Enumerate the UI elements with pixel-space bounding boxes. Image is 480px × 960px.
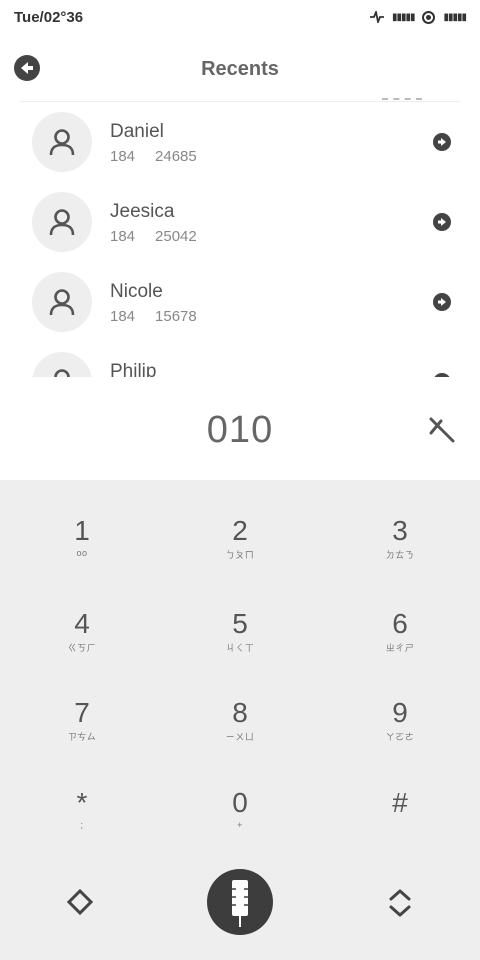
swap-icon [389,889,411,917]
list-item[interactable]: Jeesica 184 25042 [0,183,480,263]
list-item[interactable]: Philip [0,343,480,377]
activity-icon [369,11,384,23]
arrow-right-icon [438,218,446,226]
status-time: Tue/02°36 [14,8,84,26]
key-letters: ㄉㄊㄋ [385,550,415,560]
diamond-icon [67,889,93,915]
person-icon [49,129,75,156]
key-3[interactable]: 3 ㄉㄊㄋ [320,490,480,580]
key-digit: 8 [232,697,248,728]
status-icons: ▮▮▮▮▮ ▮▮▮▮▮ [369,10,467,24]
key-7[interactable]: 7 ㄗㄘㄙ [2,672,162,762]
key-star[interactable]: * ; [2,762,162,852]
diamond-button[interactable] [60,888,100,916]
key-digit: 2 [232,515,248,546]
key-4[interactable]: 4 ㄍㄎㄏ [2,583,162,673]
contact-name: Philip [110,361,157,377]
key-digit: 0 [232,787,248,818]
recents-list[interactable]: Daniel 184 24685 Jeesica 184 25042 Nicole … [0,103,480,377]
key-8[interactable]: 8 ㄧㄨㄩ [160,672,320,762]
key-letters: ㄍㄎㄏ [67,643,97,653]
avatar [32,192,92,252]
dialed-number[interactable]: 010 [0,409,480,452]
keypad: 1 oo 2 ㄅㄆㄇ 3 ㄉㄊㄋ 4 ㄍㄎㄏ 5 ㄐㄑㄒ 6 ㄓㄔㄕ 7 ㄗㄘㄙ… [0,480,480,960]
call-icon [232,880,248,927]
key-6[interactable]: 6 ㄓㄔㄕ [320,583,480,673]
key-letters: ㄅㄆㄇ [225,550,255,560]
call-contact-button[interactable] [433,133,451,151]
key-hash[interactable]: # [320,762,480,852]
key-letters: oo [76,548,88,558]
key-digit: 7 [74,697,90,728]
call-contact-button[interactable] [433,293,451,311]
contact-name: Jeesica [110,201,175,222]
key-letters: ㄚㄛㄜ [385,732,415,742]
key-digit: 6 [392,608,408,639]
header: Recents [0,44,480,102]
key-9[interactable]: 9 ㄚㄛㄜ [320,672,480,762]
header-divider [20,101,460,102]
person-icon [49,209,75,236]
location-icon [422,10,436,24]
backspace-button[interactable] [425,413,459,447]
key-digit: 3 [392,515,408,546]
divider-dashes [382,98,422,100]
battery-icon: ▮▮▮▮▮ [443,11,466,23]
key-digit: 9 [392,697,408,728]
list-item[interactable]: Nicole 184 15678 [0,263,480,343]
status-bar: Tue/02°36 ▮▮▮▮▮ ▮▮▮▮▮ [0,0,480,34]
list-item[interactable]: Daniel 184 24685 [0,103,480,183]
avatar [32,112,92,172]
signal-icon: ▮▮▮▮▮ [391,11,415,23]
avatar [32,352,92,377]
key-0[interactable]: 0 + [160,762,320,852]
arrow-right-icon [438,298,446,306]
key-5[interactable]: 5 ㄐㄑㄒ [160,583,320,673]
contact-number: 184 25042 [110,228,197,245]
arrow-right-icon [438,138,446,146]
key-letters: ㄧㄨㄩ [225,732,255,742]
dial-input-area: 010 [0,377,480,480]
key-digit: 4 [74,608,90,639]
key-digit: 5 [232,608,248,639]
contact-number: 184 15678 [110,308,197,325]
call-contact-button[interactable] [433,213,451,231]
key-letters: ㄓㄔㄕ [385,643,415,653]
key-letters: ㄗㄘㄙ [67,732,97,742]
key-2[interactable]: 2 ㄅㄆㄇ [160,490,320,580]
key-letters: ; [80,820,84,830]
backspace-icon [429,417,455,443]
key-digit: * [76,787,88,818]
key-letters: ㄐㄑㄒ [225,643,255,653]
page-title: Recents [201,58,279,80]
contact-name: Daniel [110,121,164,142]
contact-name: Nicole [110,281,163,302]
key-1[interactable]: 1 oo [2,490,162,580]
swap-button[interactable] [380,886,420,920]
call-button[interactable] [207,869,273,935]
person-icon [49,289,75,316]
key-letters: + [237,820,243,830]
key-digit: # [392,787,408,818]
person-icon [54,369,70,377]
key-digit: 1 [74,515,90,546]
contact-number: 184 24685 [110,148,197,165]
avatar [32,272,92,332]
